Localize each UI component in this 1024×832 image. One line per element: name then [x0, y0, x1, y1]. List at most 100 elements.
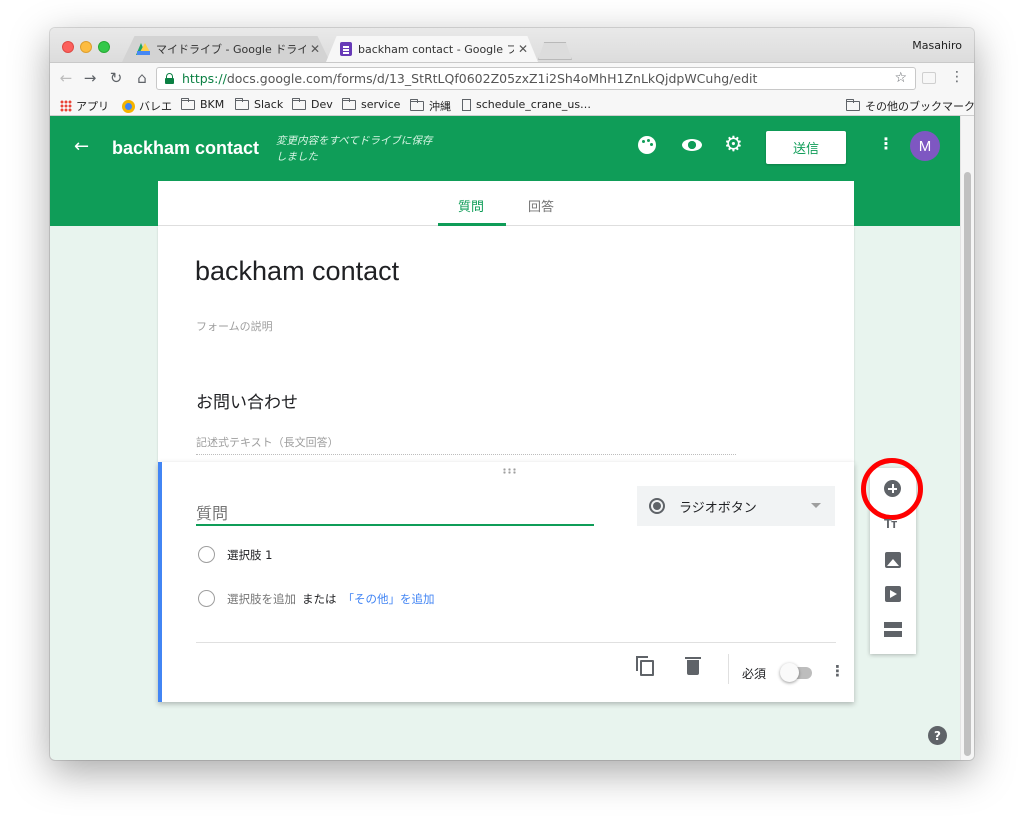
- add-other-link[interactable]: 「その他」を追加: [343, 591, 435, 607]
- more-vert-icon[interactable]: ⋮: [878, 134, 894, 153]
- bookmark-folder-slack[interactable]: Slack: [234, 97, 284, 111]
- google-drive-icon: [136, 43, 150, 55]
- side-toolbar: Tт: [861, 458, 923, 654]
- add-option-link[interactable]: 選択肢を追加: [227, 591, 296, 607]
- question-card[interactable]: 質問 ラジオボタン 選択肢 1 選択肢を追加 または 「その他」を追加 必須 ⋮: [158, 462, 854, 702]
- bookmark-label: アプリ: [76, 100, 109, 113]
- required-toggle[interactable]: [780, 663, 812, 682]
- back-arrow-icon[interactable]: ←: [74, 136, 89, 157]
- divider: [196, 642, 836, 643]
- page-icon: [462, 98, 471, 111]
- folder-icon: [291, 97, 306, 110]
- bookmark-label: バレエ: [139, 100, 172, 113]
- divider: [728, 654, 729, 684]
- bookmark-label: Slack: [254, 98, 284, 111]
- delete-icon[interactable]: [685, 657, 701, 675]
- scrollbar-thumb[interactable]: [964, 172, 971, 756]
- profile-name[interactable]: Masahiro: [912, 39, 962, 52]
- gear-icon[interactable]: ⚙: [724, 134, 743, 155]
- browser-window: マイドライブ - Google ドライブ ✕ backham contact -…: [50, 28, 974, 760]
- forward-arrow-icon[interactable]: →: [80, 68, 100, 88]
- bookmarks-bar: アプリ バレエ BKM Slack Dev service 沖縄 schedul…: [50, 94, 974, 116]
- question-type-label: ラジオボタン: [679, 500, 757, 516]
- bookmark-label: BKM: [200, 98, 225, 111]
- maximize-window-button[interactable]: [98, 41, 110, 53]
- required-label: 必須: [742, 667, 767, 681]
- palette-icon[interactable]: [638, 136, 656, 154]
- bookmark-other[interactable]: その他のブックマーク: [845, 98, 974, 114]
- chrome-menu-icon[interactable]: ⋮: [950, 69, 964, 85]
- globe-icon: [122, 99, 135, 113]
- option-row[interactable]: 選択肢 1: [198, 546, 272, 563]
- browser-tab-drive[interactable]: マイドライブ - Google ドライブ ✕: [122, 36, 330, 62]
- section-icon[interactable]: [884, 622, 902, 638]
- bookmark-folder-dev[interactable]: Dev: [291, 97, 333, 111]
- form-name[interactable]: backham contact: [112, 138, 259, 159]
- toggle-knob: [780, 663, 799, 682]
- folder-icon: [845, 99, 860, 111]
- add-option-row: 選択肢を追加 または 「その他」を追加: [198, 590, 435, 607]
- tab-title: backham contact - Google フォ: [358, 43, 514, 56]
- duplicate-icon[interactable]: [636, 656, 654, 676]
- form-title[interactable]: backham contact: [195, 256, 399, 287]
- preview-eye-icon[interactable]: [682, 139, 702, 151]
- bookmark-label: 沖縄: [429, 100, 451, 113]
- video-icon[interactable]: [885, 586, 901, 602]
- bookmark-ballet[interactable]: バレエ: [122, 98, 172, 114]
- address-bar[interactable]: https://docs.google.com/forms/d/13_StRtL…: [156, 67, 916, 90]
- title-text-icon[interactable]: Tт: [884, 516, 897, 531]
- radio-empty-icon: [198, 590, 215, 607]
- home-icon[interactable]: ⌂: [132, 68, 152, 88]
- tab-responses[interactable]: 回答: [528, 196, 554, 215]
- page-scrollbar[interactable]: [960, 116, 974, 760]
- bookmark-schedule[interactable]: schedule_crane_us…: [462, 98, 591, 111]
- close-window-button[interactable]: [62, 41, 74, 53]
- help-icon[interactable]: ?: [928, 726, 947, 745]
- radio-button-icon: [649, 498, 665, 514]
- lock-icon: [165, 73, 174, 84]
- long-answer-hint: 記述式テキスト（長文回答）: [196, 434, 736, 455]
- apps-grid-icon: [60, 100, 72, 112]
- bookmark-folder-okinawa[interactable]: 沖縄: [409, 98, 451, 114]
- dropdown-arrow-icon: [811, 503, 821, 508]
- folder-icon: [234, 97, 249, 110]
- new-tab-button[interactable]: [538, 42, 572, 60]
- question-title-input[interactable]: 質問: [196, 496, 594, 526]
- question-type-select[interactable]: ラジオボタン: [637, 486, 835, 526]
- tab-questions[interactable]: 質問: [458, 196, 484, 215]
- google-forms-icon: [340, 42, 352, 56]
- minimize-window-button[interactable]: [80, 41, 92, 53]
- bookmark-label: その他のブックマーク: [865, 100, 974, 113]
- tab-strip: マイドライブ - Google ドライブ ✕ backham contact -…: [50, 28, 974, 62]
- tab-close-icon[interactable]: ✕: [310, 42, 320, 56]
- form-title-card: backham contact フォームの説明 お問い合わせ 記述式テキスト（長…: [158, 226, 854, 462]
- bookmark-label: Dev: [311, 98, 333, 111]
- more-vert-icon[interactable]: ⋮: [830, 662, 845, 680]
- url-scheme: https://: [182, 71, 227, 86]
- tab-close-icon[interactable]: ✕: [518, 42, 528, 56]
- option-label[interactable]: 選択肢 1: [227, 547, 272, 563]
- bookmark-star-icon[interactable]: ☆: [894, 70, 907, 86]
- question-title[interactable]: お問い合わせ: [196, 388, 298, 413]
- back-arrow-icon[interactable]: ←: [56, 68, 76, 88]
- image-icon[interactable]: [885, 552, 901, 568]
- folder-icon: [180, 97, 195, 110]
- drag-handle-icon[interactable]: [502, 468, 516, 474]
- folder-icon: [341, 97, 356, 110]
- extension-icon[interactable]: [922, 72, 936, 84]
- radio-empty-icon: [198, 546, 215, 563]
- form-description-field[interactable]: フォームの説明: [196, 318, 273, 334]
- reload-icon[interactable]: ↻: [106, 68, 126, 88]
- browser-tab-forms[interactable]: backham contact - Google フォ ✕: [326, 36, 538, 62]
- bookmark-apps[interactable]: アプリ: [60, 98, 109, 114]
- bookmark-label: schedule_crane_us…: [476, 98, 592, 111]
- folder-icon: [409, 99, 424, 111]
- bookmark-folder-bkm[interactable]: BKM: [180, 97, 225, 111]
- url-text: docs.google.com/forms/d/13_StRtLQf0602Z0…: [226, 71, 758, 86]
- send-button[interactable]: 送信: [766, 131, 846, 164]
- bookmark-folder-service[interactable]: service: [341, 97, 401, 111]
- tab-title: マイドライブ - Google ドライブ: [156, 43, 306, 56]
- bookmark-label: service: [361, 98, 401, 111]
- avatar[interactable]: M: [910, 131, 940, 161]
- or-text: または: [302, 591, 337, 606]
